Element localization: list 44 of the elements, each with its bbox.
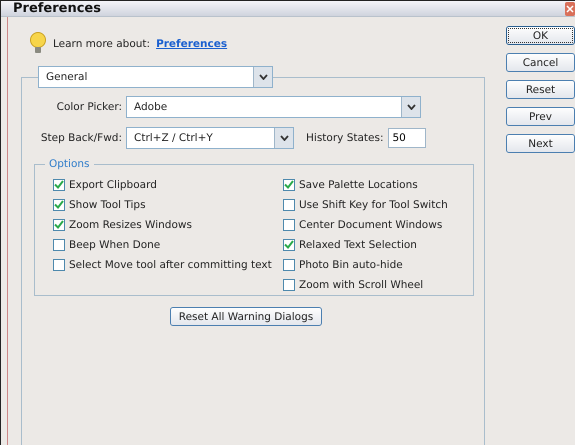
group-title: Options xyxy=(45,158,94,170)
dialog-button[interactable]: OK xyxy=(506,26,575,45)
checkbox[interactable] xyxy=(53,258,65,270)
checkbox[interactable] xyxy=(283,198,295,210)
checkbox-label: Center Document Windows xyxy=(299,218,442,230)
field-label: Color Picker: xyxy=(56,101,123,113)
section-dropdown[interactable]: General xyxy=(38,66,273,88)
checkbox[interactable] xyxy=(283,178,295,190)
checkbox[interactable] xyxy=(53,198,65,210)
dialog-button[interactable]: Prev xyxy=(506,107,575,126)
checkbox-label: Photo Bin auto-hide xyxy=(299,258,403,270)
checkbox[interactable] xyxy=(53,238,65,250)
checkbox-label: Zoom Resizes Windows xyxy=(69,218,192,230)
checkbox-label: Show Tool Tips xyxy=(69,198,146,210)
reset-warnings-button[interactable]: Reset All Warning Dialogs xyxy=(170,307,322,326)
checkbox-label: Select Move tool after committing text xyxy=(69,258,272,270)
chevron-icon xyxy=(280,135,288,141)
field-label: History States: xyxy=(305,132,384,144)
checkbox-label: Zoom with Scroll Wheel xyxy=(299,278,424,290)
checkbox[interactable] xyxy=(283,278,295,290)
dialog-button[interactable]: Next xyxy=(506,134,575,153)
checkbox[interactable] xyxy=(53,218,65,230)
color-picker-dropdown[interactable]: Adobe xyxy=(126,96,421,118)
checkbox[interactable] xyxy=(283,258,295,270)
checkbox[interactable] xyxy=(53,178,65,190)
field-label: Step Back/Fwd: xyxy=(40,132,123,144)
lightbulb-icon xyxy=(29,32,47,56)
close-icon[interactable] xyxy=(565,2,575,16)
window-title: Preferences xyxy=(13,1,101,16)
checkbox[interactable] xyxy=(283,238,295,250)
help-text: Learn more about: xyxy=(53,38,150,50)
step-back-dropdown[interactable]: Ctrl+Z / Ctrl+Y xyxy=(126,127,294,149)
checkbox[interactable] xyxy=(283,218,295,230)
checkbox-label: Use Shift Key for Tool Switch xyxy=(299,198,448,210)
dialog-button[interactable]: Cancel xyxy=(506,53,575,72)
history-states-field[interactable]: 50 xyxy=(388,128,426,148)
checkbox-label: Save Palette Locations xyxy=(299,178,418,190)
checkbox-label: Beep When Done xyxy=(69,238,160,250)
checkbox-label: Export Clipboard xyxy=(69,178,157,190)
dialog-button[interactable]: Reset xyxy=(506,80,575,99)
chevron-icon xyxy=(258,74,268,80)
checkbox-label: Relaxed Text Selection xyxy=(299,238,417,250)
chevron-icon xyxy=(406,104,416,110)
help-link[interactable]: Preferences xyxy=(156,38,228,50)
